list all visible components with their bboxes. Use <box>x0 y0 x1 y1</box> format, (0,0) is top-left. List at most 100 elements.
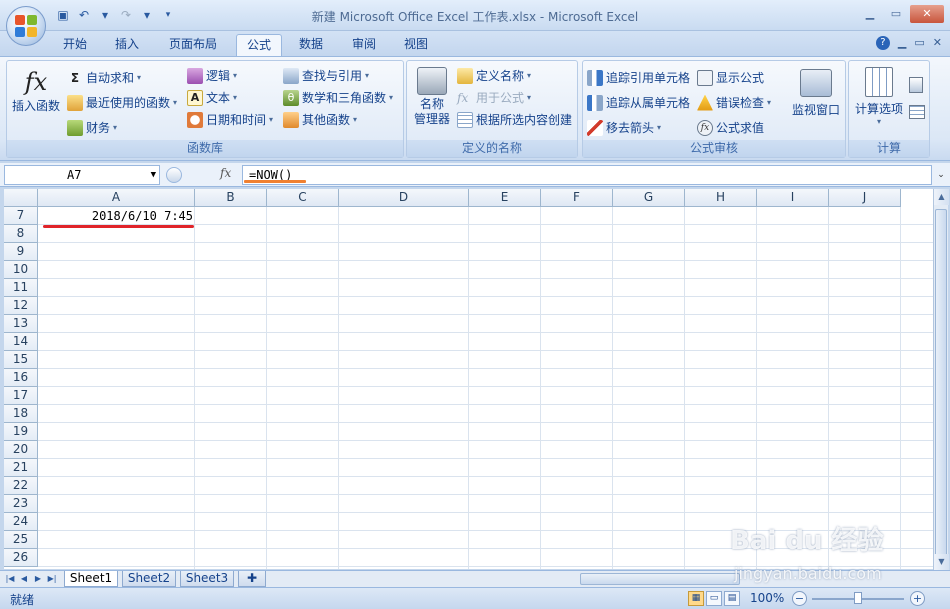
row-header-19[interactable]: 19 <box>4 423 38 441</box>
column-header-c[interactable]: C <box>267 189 339 207</box>
help-icon[interactable]: ? <box>875 36 890 50</box>
row-header-25[interactable]: 25 <box>4 531 38 549</box>
prev-sheet-icon[interactable]: ◀ <box>18 572 30 586</box>
trace-dependents-button[interactable]: 追踪从属单元格 <box>587 94 690 111</box>
column-header-e[interactable]: E <box>469 189 541 207</box>
row-header-26[interactable]: 26 <box>4 549 38 567</box>
row-header-8[interactable]: 8 <box>4 225 38 243</box>
error-checking-button[interactable]: 错误检查 ▾ <box>697 94 771 111</box>
row-header-15[interactable]: 15 <box>4 351 38 369</box>
row-header-11[interactable]: 11 <box>4 279 38 297</box>
lookup-button[interactable]: 查找与引用 ▾ <box>283 67 369 84</box>
calculate-now-icon[interactable] <box>909 77 923 93</box>
theta-book-icon: θ <box>283 89 299 106</box>
evaluate-formula-button[interactable]: fx 公式求值 <box>697 119 764 136</box>
next-sheet-icon[interactable]: ▶ <box>32 572 44 586</box>
row-header-10[interactable]: 10 <box>4 261 38 279</box>
column-header-i[interactable]: I <box>757 189 829 207</box>
tab-formulas[interactable]: 公式 <box>236 34 282 56</box>
row-header-23[interactable]: 23 <box>4 495 38 513</box>
create-from-selection-button[interactable]: 根据所选内容创建 <box>457 111 572 128</box>
tab-insert[interactable]: 插入 <box>104 34 150 56</box>
name-box[interactable]: A7 ▼ <box>4 165 160 185</box>
row-header-18[interactable]: 18 <box>4 405 38 423</box>
sheet-tab-3[interactable]: Sheet3 <box>180 571 234 587</box>
row-header-9[interactable]: 9 <box>4 243 38 261</box>
scroll-down-icon[interactable]: ▼ <box>934 554 949 570</box>
column-header-f[interactable]: F <box>541 189 613 207</box>
vertical-scrollbar[interactable]: ▲ ▼ <box>933 189 949 570</box>
last-sheet-icon[interactable]: ▶| <box>46 572 58 586</box>
calculate-sheet-icon[interactable] <box>909 105 925 119</box>
wb-minimize-icon[interactable]: ▁ <box>898 36 906 50</box>
normal-view-icon[interactable]: ▦ <box>688 591 704 606</box>
row-header-13[interactable]: 13 <box>4 315 38 333</box>
sheet-tab-2[interactable]: Sheet2 <box>122 571 176 587</box>
wb-close-icon[interactable]: ✕ <box>933 36 942 50</box>
column-header-d[interactable]: D <box>339 189 469 207</box>
define-name-button[interactable]: 定义名称 ▾ <box>457 67 531 84</box>
row-header-7[interactable]: 7 <box>4 207 38 225</box>
close-icon[interactable]: ✕ <box>910 5 944 23</box>
tab-review[interactable]: 审阅 <box>342 34 386 56</box>
show-formulas-button[interactable]: 显示公式 <box>697 69 764 86</box>
column-header-a[interactable]: A <box>38 189 195 207</box>
trace-precedents-button[interactable]: 追踪引用单元格 <box>587 69 690 86</box>
row-header-21[interactable]: 21 <box>4 459 38 477</box>
page-break-view-icon[interactable]: ▤ <box>724 591 740 606</box>
formula-input[interactable]: =NOW() <box>242 165 932 185</box>
zoom-level[interactable]: 100% <box>750 591 784 605</box>
financial-button[interactable]: 财务 ▾ <box>67 119 117 136</box>
recent-functions-button[interactable]: 最近使用的函数 ▾ <box>67 94 177 111</box>
row-header-14[interactable]: 14 <box>4 333 38 351</box>
remove-arrows-button[interactable]: 移去箭头 ▾ <box>587 119 661 136</box>
insert-function-fx-button[interactable]: fx <box>220 166 231 180</box>
hscroll-thumb[interactable] <box>580 573 740 585</box>
zoom-out-icon[interactable]: − <box>792 591 807 606</box>
more-functions-button[interactable]: 其他函数 ▾ <box>283 111 357 128</box>
group-defined-names: 名称 管理器 定义名称 ▾ fx 用于公式 ▾ 根据所选内容创建 定义的名称 <box>406 60 578 158</box>
first-sheet-icon[interactable]: |◀ <box>4 572 16 586</box>
zoom-slider-knob[interactable] <box>854 592 862 604</box>
worksheet-grid[interactable]: ABCDEFGHIJ 7 8 9 10 11 12 13 14 15 16 17 18 19 20 21 22… <box>4 189 933 569</box>
column-header-b[interactable]: B <box>195 189 267 207</box>
logical-button[interactable]: 逻辑 ▾ <box>187 67 237 84</box>
cell-a7[interactable]: 2018/6/10 7:45 <box>38 208 195 226</box>
row-header-22[interactable]: 22 <box>4 477 38 495</box>
column-header-h[interactable]: H <box>685 189 757 207</box>
insert-sheet-icon[interactable]: ✚ <box>238 571 266 587</box>
sheet-tab-1[interactable]: Sheet1 <box>64 571 118 587</box>
row-header-20[interactable]: 20 <box>4 441 38 459</box>
tab-data[interactable]: 数据 <box>290 34 332 56</box>
calc-options-button[interactable]: 计算选项 ▾ <box>851 67 907 137</box>
minimize-icon[interactable]: ▁ <box>858 5 882 23</box>
autosum-button[interactable]: Σ 自动求和 ▾ <box>67 69 141 86</box>
name-manager-button[interactable]: 名称 管理器 <box>411 67 453 137</box>
datetime-button[interactable]: 日期和时间 ▾ <box>187 111 273 128</box>
row-header-12[interactable]: 12 <box>4 297 38 315</box>
tab-page-layout[interactable]: 页面布局 <box>160 34 226 56</box>
insert-function-button[interactable]: fx 插入函数 <box>9 67 63 123</box>
page-layout-view-icon[interactable]: ▭ <box>706 591 722 606</box>
row-header-17[interactable]: 17 <box>4 387 38 405</box>
expand-formula-bar-icon[interactable]: ⌄ <box>934 165 948 185</box>
scroll-up-icon[interactable]: ▲ <box>934 189 949 205</box>
chevron-down-icon[interactable]: ▼ <box>151 166 156 184</box>
column-header-j[interactable]: J <box>829 189 901 207</box>
scroll-thumb[interactable] <box>935 209 947 561</box>
row-header-24[interactable]: 24 <box>4 513 38 531</box>
row-header-16[interactable]: 16 <box>4 369 38 387</box>
column-header-g[interactable]: G <box>613 189 685 207</box>
cell-highlight-underline <box>43 225 194 228</box>
math-button[interactable]: θ 数学和三角函数 ▾ <box>283 89 393 106</box>
wb-restore-icon[interactable]: ▭ <box>914 36 924 50</box>
tab-view[interactable]: 视图 <box>394 34 438 56</box>
use-in-formula-button[interactable]: fx 用于公式 ▾ <box>457 89 531 106</box>
tab-home[interactable]: 开始 <box>54 34 96 56</box>
office-button[interactable] <box>6 6 46 46</box>
watch-window-button[interactable]: 监视窗口 <box>787 67 845 137</box>
zoom-in-icon[interactable]: + <box>910 591 925 606</box>
maximize-icon[interactable]: ▭ <box>884 5 908 23</box>
select-all-corner[interactable] <box>4 189 38 207</box>
text-button[interactable]: A 文本 ▾ <box>187 89 237 106</box>
